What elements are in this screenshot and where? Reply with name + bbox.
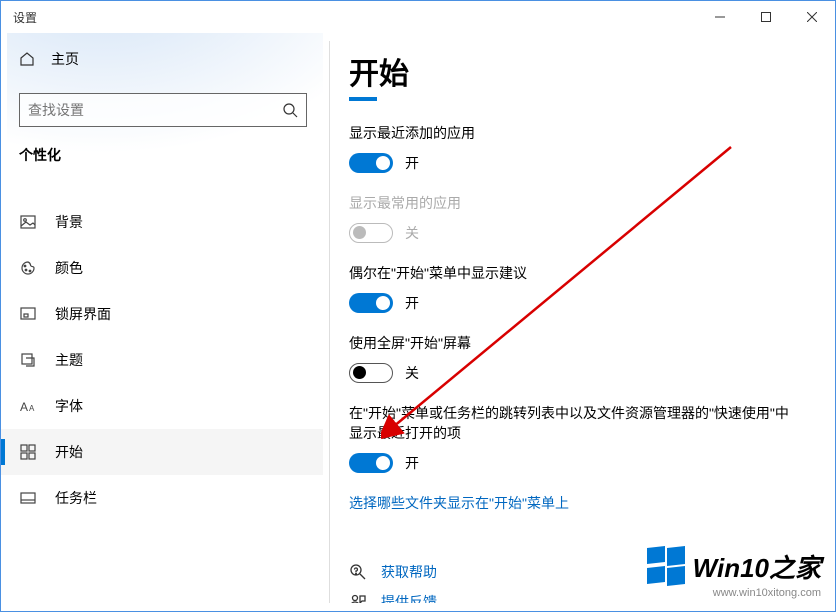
- sidebar-item-label: 颜色: [55, 258, 83, 278]
- sidebar: 主页 个性化 背景 颜色 锁屏界面 主题 AA 字体: [1, 33, 323, 613]
- home-label: 主页: [51, 49, 79, 69]
- setting-recent-apps: 显示最近添加的应用 开: [349, 123, 823, 173]
- sidebar-item-colors[interactable]: 颜色: [1, 245, 323, 291]
- titlebar: 设置: [1, 1, 835, 33]
- windows-logo-icon: [647, 547, 685, 585]
- font-icon: AA: [19, 397, 37, 415]
- toggle-state: 开: [405, 453, 419, 473]
- sidebar-item-label: 任务栏: [55, 488, 97, 508]
- sidebar-item-themes[interactable]: 主题: [1, 337, 323, 383]
- toggle-jumplist[interactable]: [349, 453, 393, 473]
- toggle-fullscreen[interactable]: [349, 363, 393, 383]
- toggle-suggestions[interactable]: [349, 293, 393, 313]
- start-icon: [19, 443, 37, 461]
- window-controls: [697, 1, 835, 33]
- watermark-brand: Win10之家: [693, 548, 821, 585]
- sidebar-item-background[interactable]: 背景: [1, 199, 323, 245]
- toggle-state: 开: [405, 153, 419, 173]
- palette-icon: [19, 259, 37, 277]
- toggle-most-used: [349, 223, 393, 243]
- theme-icon: [19, 351, 37, 369]
- home-button[interactable]: 主页: [1, 39, 323, 79]
- toggle-state: 开: [405, 293, 419, 313]
- close-button[interactable]: [789, 1, 835, 33]
- svg-text:A: A: [20, 400, 28, 413]
- minimize-button[interactable]: [697, 1, 743, 33]
- sidebar-item-start[interactable]: 开始: [1, 429, 323, 475]
- search-icon: [282, 102, 298, 118]
- sidebar-item-label: 背景: [55, 212, 83, 232]
- watermark-url: www.win10xitong.com: [647, 587, 821, 599]
- setting-label: 显示最常用的应用: [349, 193, 823, 213]
- sidebar-item-label: 锁屏界面: [55, 304, 111, 324]
- sidebar-item-lockscreen[interactable]: 锁屏界面: [1, 291, 323, 337]
- maximize-button[interactable]: [743, 1, 789, 33]
- title-underline: [349, 97, 377, 101]
- page-title: 开始: [349, 49, 823, 93]
- nav-list: 背景 颜色 锁屏界面 主题 AA 字体 开始 任务栏: [1, 199, 323, 521]
- setting-label: 显示最近添加的应用: [349, 123, 823, 143]
- setting-label: 偶尔在"开始"菜单中显示建议: [349, 263, 823, 283]
- sidebar-item-taskbar[interactable]: 任务栏: [1, 475, 323, 521]
- setting-fullscreen: 使用全屏"开始"屏幕 关: [349, 333, 823, 383]
- feedback-icon: [349, 593, 367, 603]
- help-label: 获取帮助: [381, 562, 437, 582]
- setting-label: 使用全屏"开始"屏幕: [349, 333, 823, 353]
- search-input[interactable]: [28, 102, 282, 118]
- setting-label: 在"开始"菜单或任务栏的跳转列表中以及文件资源管理器的"快速使用"中显示最近打开…: [349, 403, 789, 443]
- setting-jumplist: 在"开始"菜单或任务栏的跳转列表中以及文件资源管理器的"快速使用"中显示最近打开…: [349, 403, 823, 473]
- search-box[interactable]: [19, 93, 307, 127]
- sidebar-item-fonts[interactable]: AA 字体: [1, 383, 323, 429]
- sidebar-item-label: 开始: [55, 442, 83, 462]
- picture-icon: [19, 213, 37, 231]
- taskbar-icon: [19, 489, 37, 507]
- toggle-state: 关: [405, 223, 419, 243]
- section-heading: 个性化: [1, 145, 323, 173]
- main-content: 开始 显示最近添加的应用 开 显示最常用的应用 关 偶尔在"开始"菜单中显示建议…: [349, 49, 823, 603]
- folders-link[interactable]: 选择哪些文件夹显示在"开始"菜单上: [349, 493, 823, 513]
- toggle-state: 关: [405, 363, 419, 383]
- svg-text:A: A: [29, 404, 35, 413]
- sidebar-item-label: 字体: [55, 396, 83, 416]
- setting-most-used: 显示最常用的应用 关: [349, 193, 823, 243]
- toggle-recent-apps[interactable]: [349, 153, 393, 173]
- watermark: Win10之家 www.win10xitong.com: [647, 547, 821, 599]
- lockscreen-icon: [19, 305, 37, 323]
- feedback-label: 提供反馈: [381, 592, 437, 603]
- home-icon: [19, 51, 35, 67]
- sidebar-item-label: 主题: [55, 350, 83, 370]
- help-icon: [349, 563, 367, 581]
- divider: [329, 41, 330, 603]
- setting-suggestions: 偶尔在"开始"菜单中显示建议 开: [349, 263, 823, 313]
- window-title: 设置: [13, 9, 37, 26]
